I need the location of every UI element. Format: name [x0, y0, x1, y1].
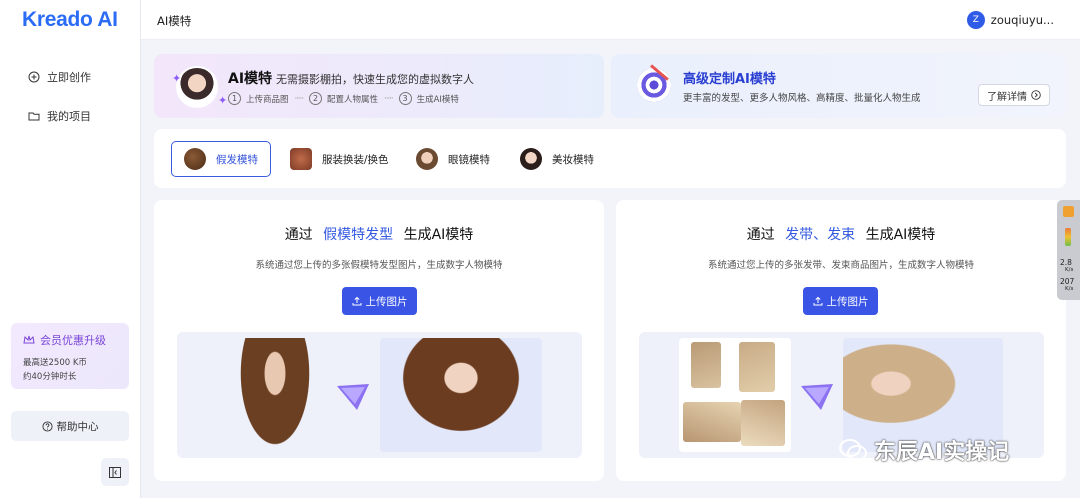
wig-product-image — [235, 338, 315, 456]
tab-wig-model[interactable]: 假发模特 — [171, 141, 271, 177]
upload-label: 上传图片 — [365, 295, 408, 308]
card-title-prefix: 通过 — [746, 227, 775, 243]
tab-glasses-model[interactable]: 眼镜模特 — [404, 141, 502, 177]
shield-icon — [1063, 206, 1074, 217]
step-number: 1 — [228, 92, 241, 105]
step-number: 2 — [309, 92, 323, 105]
step-label: 生成AI模特 — [416, 94, 459, 105]
download-speed-unit: K/s — [1065, 286, 1074, 292]
wig-icon — [184, 148, 206, 170]
vip-benefits: 最高送2500 K币 约40分钟时长 — [23, 356, 117, 384]
sidebar-item-create[interactable]: 立即创作 — [28, 69, 91, 85]
learn-more-label: 了解详情 — [987, 91, 1027, 103]
model-avatar-image — [176, 66, 218, 108]
upload-icon — [352, 296, 361, 306]
watermark-text: 东辰AI实操记 — [874, 440, 1010, 465]
card-title-suffix: 生成AI模特 — [403, 227, 474, 243]
plus-circle-icon — [28, 71, 40, 83]
arrow-right-circle-icon — [1031, 90, 1041, 100]
card-description: 系统通过您上传的多张假模特发型图片，生成数字人物模特 — [255, 260, 503, 271]
page-title: AI模特 — [157, 14, 192, 28]
tab-label: 服装换装/换色 — [322, 153, 389, 166]
target-icon — [637, 68, 671, 102]
tab-label: 眼镜模特 — [448, 153, 490, 166]
step-separator: ····· — [294, 93, 304, 104]
card-title-highlight: 发带、发束 — [785, 227, 856, 243]
card-title-highlight: 假模特发型 — [323, 227, 394, 243]
card-title: 通过 假模特发型 生成AI模特 — [154, 224, 604, 244]
tab-makeup-model[interactable]: 美妆模特 — [508, 141, 606, 177]
ai-model-banner: ✦ ✦ AI模特 无需摄影棚拍，快速生成您的虚拟数字人 1 上传商品图 ····… — [154, 54, 604, 118]
step-label: 上传商品图 — [246, 94, 289, 105]
upload-image-button[interactable]: 上传图片 — [342, 287, 417, 315]
card-description: 系统通过您上传的多张发带、发束商品图片，生成数字人物模特 — [707, 260, 974, 271]
card-title-prefix: 通过 — [284, 227, 313, 243]
avatar: Z — [966, 11, 985, 29]
banner-description: 无需摄影棚拍，快速生成您的虚拟数字人 — [276, 73, 474, 86]
step-number: 3 — [398, 92, 412, 105]
sparkle-icon: ✦ — [218, 94, 228, 107]
download-speed-value: 207 — [1060, 277, 1075, 286]
help-center-label: 帮助中心 — [56, 420, 99, 433]
advanced-custom-banner: 高级定制AI模特 更丰富的发型、更多人物风格、高精度、批量化人物生成 了解详情 — [611, 54, 1066, 118]
upload-image-button[interactable]: 上传图片 — [803, 287, 878, 315]
step-separator: ····· — [384, 93, 393, 104]
user-name: zouqiuyu... — [990, 13, 1054, 27]
card-title-suffix: 生成AI模特 — [865, 227, 936, 243]
steps-indicator: 1 上传商品图 ····· 2 配置人物属性 ····· 3 生成AI模特 — [228, 92, 459, 105]
wig-preview-area — [177, 332, 582, 458]
folder-icon — [28, 112, 40, 121]
advanced-banner-description: 更丰富的发型、更多人物风格、高精度、批量化人物生成 — [683, 93, 921, 104]
vip-title: 会员优惠升级 — [40, 334, 106, 347]
network-speed-widget[interactable]: 2.8 K/s 207 K/s — [1057, 200, 1080, 300]
crown-icon — [23, 335, 35, 344]
glasses-model-icon — [416, 148, 438, 170]
upload-icon — [813, 296, 822, 306]
sidebar-item-label: 立即创作 — [47, 71, 91, 84]
upload-speed-value: 2.8 — [1060, 258, 1072, 267]
hair-extension-product-image — [679, 338, 791, 452]
sidebar: Kreado AI 立即创作 我的项目 会员优惠升级 最高送2500 K币 约4… — [0, 0, 141, 498]
banner-title: AI模特 — [228, 71, 273, 87]
makeup-model-icon — [520, 148, 542, 170]
watermark: 东辰AI实操记 — [838, 434, 1009, 466]
top-header: AI模特 Z zouqiuyu... — [141, 0, 1080, 40]
vip-line1: 最高送2500 K币 — [23, 358, 87, 368]
generated-model-image — [380, 338, 542, 452]
upload-speed-unit: K/s — [1065, 267, 1074, 273]
vip-upgrade-card[interactable]: 会员优惠升级 最高送2500 K币 约40分钟时长 — [11, 323, 129, 389]
upload-label: 上传图片 — [826, 295, 869, 308]
funnel-icon — [801, 384, 833, 410]
sidebar-item-label: 我的项目 — [47, 110, 91, 123]
model-type-tabs: 假发模特 服装换装/换色 眼镜模特 美妆模特 — [154, 129, 1066, 188]
vip-line2: 约40分钟时长 — [23, 372, 77, 382]
user-menu[interactable]: Z zouqiuyu... — [966, 11, 1054, 29]
tab-clothing-swap[interactable]: 服装换装/换色 — [278, 141, 401, 177]
funnel-icon — [337, 384, 369, 410]
vip-title-row: 会员优惠升级 — [23, 332, 117, 348]
jacket-icon — [290, 148, 312, 170]
collapse-sidebar-button[interactable] — [101, 458, 129, 486]
kreado-logo[interactable]: Kreado AI — [22, 8, 118, 32]
learn-more-button[interactable]: 了解详情 — [978, 84, 1050, 106]
level-bar-icon — [1065, 228, 1071, 246]
sidebar-toggle-icon — [109, 466, 121, 478]
help-center-button[interactable]: 帮助中心 — [11, 411, 129, 441]
sparkle-icon: ✦ — [172, 72, 182, 85]
question-circle-icon — [41, 420, 53, 432]
card-title: 通过 发带、发束 生成AI模特 — [616, 224, 1066, 244]
wechat-icon — [839, 439, 867, 461]
step-label: 配置人物属性 — [327, 94, 379, 105]
sidebar-item-projects[interactable]: 我的项目 — [28, 108, 91, 124]
tab-label: 美妆模特 — [552, 153, 594, 166]
advanced-banner-title: 高级定制AI模特 — [683, 72, 776, 87]
tab-label: 假发模特 — [216, 153, 258, 166]
wig-model-card: 通过 假模特发型 生成AI模特 系统通过您上传的多张假模特发型图片，生成数字人物… — [154, 200, 604, 481]
